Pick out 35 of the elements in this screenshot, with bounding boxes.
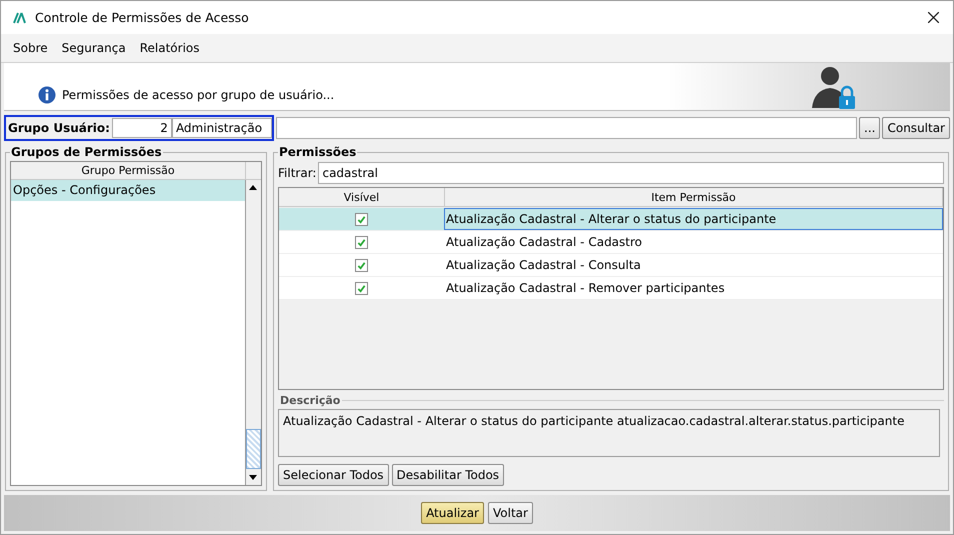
filter-field[interactable]: cadastral (318, 162, 944, 184)
panel-title: Grupos de Permissões (10, 145, 163, 159)
filter-label: Filtrar: (278, 166, 316, 180)
action-button[interactable]: Selecionar Todos (278, 464, 389, 486)
consultar-button[interactable]: Consultar (882, 117, 950, 139)
menu-item[interactable]: Relatórios (140, 41, 200, 55)
group-code-field[interactable]: 2 (112, 118, 172, 138)
menu-item[interactable]: Sobre (13, 41, 48, 55)
info-icon (38, 86, 56, 104)
field-label: Grupo Usuário: (8, 121, 111, 135)
header-corner (246, 162, 261, 180)
checkbox[interactable] (355, 212, 368, 226)
back-button[interactable]: Voltar (488, 502, 533, 524)
scroll-thumb[interactable] (246, 429, 261, 469)
panel-title: Permissões (278, 145, 358, 159)
checkbox[interactable] (355, 236, 368, 248)
column-header[interactable]: Grupo Permissão (11, 162, 246, 180)
column-header[interactable]: Visível (279, 188, 445, 207)
app-logo-icon (13, 12, 27, 24)
input-field[interactable] (276, 117, 858, 139)
checkbox[interactable] (355, 282, 368, 294)
update-button[interactable]: Atualizar (421, 502, 484, 524)
description-title: Descrição (279, 394, 342, 407)
browse-button[interactable]: ... (859, 117, 880, 139)
column-header[interactable]: Item Permissão (445, 188, 943, 207)
description-text: Atualização Cadastral - Alterar o status do participante atualizacao.cadastral.alterar.status.participante (278, 409, 940, 457)
action-button[interactable]: Desabilitar Todos (392, 464, 504, 486)
window-title: Controle de Permissões de Acesso (35, 10, 250, 25)
list-row[interactable]: Opções - Configurações (11, 180, 245, 201)
group-name-field[interactable]: Administração (172, 118, 272, 138)
info-message: Permissões de acesso por grupo de usuário... (62, 88, 334, 102)
menu-item[interactable]: Segurança (62, 41, 126, 55)
checkbox[interactable] (355, 258, 368, 272)
close-icon[interactable] (928, 12, 938, 23)
vertical-scrollbar[interactable] (245, 180, 261, 485)
